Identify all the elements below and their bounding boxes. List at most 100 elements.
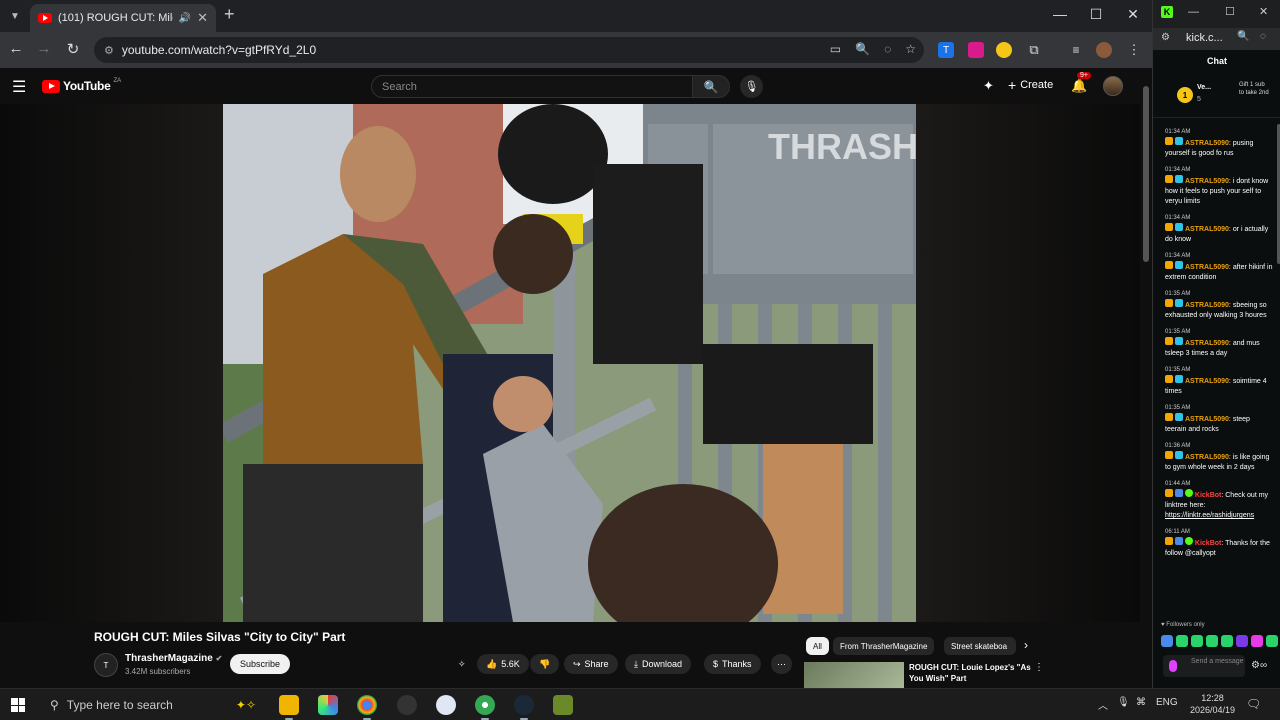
notifications-bell-icon[interactable]: 🔔 — [1071, 78, 1087, 94]
maximize-button[interactable]: ☐ — [1084, 6, 1108, 23]
chat-username[interactable]: ASTRAL5090 — [1185, 416, 1229, 423]
extension-pink-icon[interactable] — [968, 42, 984, 58]
taskbar-search[interactable]: ⚲ Type here to search ✦✧ — [46, 693, 256, 717]
media-control-icon[interactable]: ≡ — [1068, 42, 1084, 58]
emote-5-icon[interactable] — [1221, 635, 1233, 647]
chrome-profile-icon[interactable] — [475, 695, 495, 720]
chat-username[interactable]: ASTRAL5090 — [1185, 340, 1229, 347]
kick-zoom-icon[interactable]: 🔍 — [1237, 31, 1249, 42]
profile-avatar[interactable] — [1096, 42, 1112, 58]
chat-username[interactable]: ASTRAL5090 — [1185, 264, 1229, 271]
voice-search-button[interactable]: 🎙 — [740, 75, 763, 98]
eye-off-icon[interactable]: ◌ — [884, 42, 891, 56]
reload-button[interactable]: ↻ — [63, 40, 83, 58]
page-scroll-thumb[interactable] — [1143, 86, 1149, 262]
video-frame[interactable]: THRASHER — [223, 104, 916, 622]
kick-close-button[interactable]: ✕ — [1259, 5, 1268, 18]
chrome-icon[interactable] — [357, 695, 377, 720]
snipping-tool-icon[interactable] — [436, 695, 456, 715]
chat-username[interactable]: ASTRAL5090 — [1185, 140, 1229, 147]
chat-username[interactable]: ASTRAL5090 — [1185, 302, 1229, 309]
chat-username[interactable]: ASTRAL5090 — [1185, 178, 1229, 185]
kick-minimize-button[interactable]: — — [1188, 6, 1199, 18]
account-avatar[interactable] — [1103, 76, 1123, 96]
chat-username[interactable]: KickBot — [1195, 492, 1221, 499]
recommendation-menu-icon[interactable]: ⋮ — [1034, 662, 1044, 673]
new-tab-button[interactable]: + — [224, 4, 235, 25]
chat-message-link[interactable]: https://linktr.ee/rashidjurgens — [1165, 512, 1254, 519]
obs-icon[interactable] — [397, 695, 417, 715]
dislike-button[interactable]: 👎 — [530, 654, 560, 674]
extension-translate-icon[interactable]: T — [938, 42, 954, 58]
start-button[interactable] — [11, 698, 25, 712]
chat-username[interactable]: ASTRAL5090 — [1185, 378, 1229, 385]
emote-1-icon[interactable] — [1161, 635, 1173, 647]
site-info-icon[interactable]: ⚙ — [104, 44, 114, 57]
chat-settings-icon[interactable]: ⚙∞ — [1251, 660, 1267, 671]
address-bar[interactable]: ⚙ youtube.com/watch?v=gtPfRYd_2L0 ▭ 🔍 ◌ … — [94, 37, 924, 63]
steam-icon[interactable] — [514, 695, 534, 720]
chip-all[interactable]: All — [806, 637, 829, 655]
copilot-icon[interactable] — [318, 695, 338, 715]
minecraft-icon[interactable] — [553, 695, 573, 715]
network-icon[interactable]: ⌘ — [1136, 697, 1146, 708]
close-button[interactable]: ✕ — [1121, 6, 1145, 23]
kick-site-info-icon[interactable]: ⚙ — [1161, 32, 1170, 43]
language-indicator[interactable]: ENG — [1156, 697, 1178, 708]
tab-search-button[interactable]: ▼ — [5, 6, 25, 26]
recommendation-title[interactable]: ROUGH CUT: Louie Lopez's "As You Wish" P… — [909, 662, 1037, 684]
emote-picker-icon[interactable] — [1169, 660, 1177, 672]
kick-maximize-button[interactable]: ☐ — [1225, 5, 1235, 18]
extensions-puzzle-icon[interactable]: ⧉ — [1026, 42, 1042, 58]
emote-2-icon[interactable] — [1176, 635, 1188, 647]
emote-7-icon[interactable] — [1251, 635, 1263, 647]
chip-street-skateboarding[interactable]: Street skateboa — [944, 637, 1016, 655]
search-button[interactable]: 🔍 — [692, 75, 730, 98]
more-actions-button[interactable]: ⋯ — [771, 654, 792, 674]
browser-menu-icon[interactable]: ⋮ — [1126, 42, 1142, 58]
studio-icon[interactable]: ✦ — [983, 78, 994, 94]
emote-3-icon[interactable] — [1191, 635, 1203, 647]
channel-avatar[interactable]: T — [94, 653, 118, 677]
video-player[interactable]: THRASHER — [0, 104, 1140, 622]
youtube-logo[interactable]: YouTube ZA — [42, 78, 121, 93]
recommendation-thumbnail[interactable] — [804, 662, 904, 688]
extension-yellow-icon[interactable] — [996, 42, 1012, 58]
minimize-button[interactable]: — — [1048, 6, 1072, 22]
page-scrollbar[interactable] — [1140, 68, 1152, 688]
file-explorer-icon[interactable] — [279, 695, 299, 720]
forward-button[interactable]: → — [34, 40, 54, 57]
tray-mic-icon[interactable]: 🎙 — [1117, 697, 1130, 708]
tray-chevron-icon[interactable]: ︿ — [1098, 697, 1108, 712]
emote-8-icon[interactable] — [1266, 635, 1278, 647]
cast-icon[interactable]: ▭ — [830, 42, 841, 56]
like-button[interactable]: 👍 5.6K — [477, 654, 529, 674]
chat-username[interactable]: ASTRAL5090 — [1185, 226, 1229, 233]
speaker-icon[interactable]: 🔊 — [179, 13, 191, 24]
channel-name[interactable]: ThrasherMagazine ✔ — [125, 653, 222, 664]
clock[interactable]: 12:28 2026/04/19 — [1190, 692, 1235, 716]
chat-username[interactable]: ASTRAL5090 — [1185, 454, 1229, 461]
share-button[interactable]: ↪ Share — [564, 654, 618, 674]
sparkle-icon[interactable]: ✧ — [458, 654, 466, 674]
chip-from-channel[interactable]: From ThrasherMagazine — [833, 637, 935, 655]
search-input[interactable]: Search — [371, 75, 693, 98]
kick-url[interactable]: kick.c... — [1186, 32, 1223, 44]
create-button[interactable]: + Create — [1008, 77, 1053, 93]
thanks-button[interactable]: $ Thanks — [704, 654, 761, 674]
chat-username[interactable]: KickBot — [1195, 540, 1221, 547]
notifications-icon[interactable]: 🗨 — [1246, 697, 1261, 711]
zoom-icon[interactable]: 🔍 — [855, 42, 870, 56]
chips-next-icon[interactable]: › — [1024, 638, 1028, 652]
tab-youtube[interactable]: (101) ROUGH CUT: Miles Si 🔊 ✕ — [30, 4, 216, 32]
pinned-gift-leaderboard[interactable]: 1 Ve... 5 Gift 1 sub to take 2nd — [1153, 74, 1280, 118]
kick-eye-off-icon[interactable]: ◌ — [1260, 31, 1266, 42]
menu-icon[interactable]: ☰ — [12, 77, 26, 97]
back-button[interactable]: ← — [6, 40, 26, 57]
download-button[interactable]: ⤓ Download — [625, 654, 692, 674]
emote-4-icon[interactable] — [1206, 635, 1218, 647]
emote-6-icon[interactable] — [1236, 635, 1248, 647]
bookmark-star-icon[interactable]: ☆ — [905, 42, 916, 56]
subscribe-button[interactable]: Subscribe — [230, 654, 291, 674]
tab-close-icon[interactable]: ✕ — [197, 10, 208, 26]
